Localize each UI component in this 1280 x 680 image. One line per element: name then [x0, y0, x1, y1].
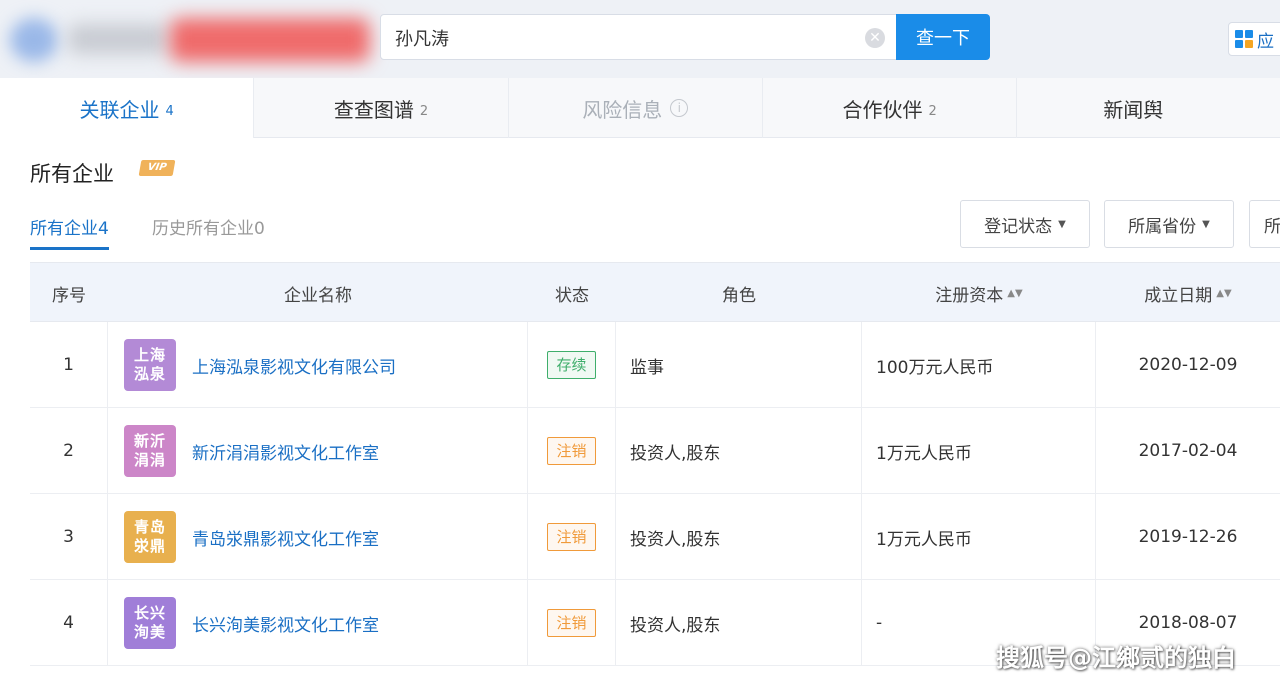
row-status: 注销 [528, 494, 616, 580]
row-status: 注销 [528, 408, 616, 494]
status-badge: 注销 [547, 437, 596, 465]
company-name-link[interactable]: 长兴洵美影视文化工作室 [192, 611, 379, 636]
subtab-history-companies[interactable]: 历史所有企业0 [152, 214, 265, 239]
company-logo[interactable]: 长兴 洵美 [124, 597, 176, 649]
filter-more[interactable]: 所 [1249, 200, 1280, 248]
row-capital: 1万元人民币 [862, 408, 1096, 494]
row-role: 监事 [616, 322, 862, 408]
row-capital: 1万元人民币 [862, 494, 1096, 580]
row-status: 存续 [528, 322, 616, 408]
header-status: 状态 [555, 285, 589, 306]
subtab-all-companies[interactable]: 所有企业4 [30, 214, 109, 250]
row-no: 4 [30, 580, 108, 666]
search-box: ✕ [380, 14, 900, 60]
row-date: 2019-12-26 [1138, 527, 1238, 547]
status-badge: 注销 [547, 609, 596, 637]
section-title: 所有企业 VIP [30, 158, 176, 188]
caret-down-icon: ▼ [1202, 218, 1210, 230]
row-status: 注销 [528, 580, 616, 666]
tab-related-companies[interactable]: 关联企业 4 [0, 78, 255, 138]
info-icon: i [670, 99, 689, 117]
status-badge: 存续 [547, 351, 596, 379]
watermark: 搜狐号@江鄉贰的独白 [996, 644, 1236, 672]
tab-graph[interactable]: 查查图谱 2 [254, 78, 509, 138]
table-header: 序号 企业名称 状态 角色 注册资本 ▲▼ 成立日期 ▲▼ [30, 262, 1280, 322]
content-panel: 所有企业 VIP 所有企业4 历史所有企业0 登记状态 ▼ 所属省份 ▼ 所 序号 … [0, 138, 1280, 680]
header-no: 序号 [52, 285, 86, 306]
company-logo[interactable]: 上海 泓泉 [124, 339, 176, 391]
tab-bar: 关联企业 4 查查图谱 2 风险信息 i 合作伙伴 2 新闻舆 [0, 78, 1280, 138]
grid-icon [1235, 30, 1253, 48]
row-no: 1 [30, 322, 108, 408]
header-name: 企业名称 [284, 285, 352, 306]
header-capital[interactable]: 注册资本 ▲▼ [862, 263, 1096, 323]
sort-icon[interactable]: ▲▼ [1216, 288, 1231, 299]
row-date: 2020-12-09 [1138, 355, 1238, 375]
table-row[interactable]: 1 上海 泓泉 上海泓泉影视文化有限公司 存续 监事 100万元人民币 2020-12-09 [30, 322, 1280, 408]
filter-province[interactable]: 所属省份 ▼ [1104, 200, 1234, 248]
row-date: 2017-02-04 [1138, 441, 1238, 461]
filter-registration-status[interactable]: 登记状态 ▼ [960, 200, 1090, 248]
table-row[interactable]: 2 新沂 涓涓 新沂涓涓影视文化工作室 注销 投资人,股东 1万元人民币 2017-02-04 [30, 408, 1280, 494]
company-name-link[interactable]: 上海泓泉影视文化有限公司 [192, 353, 396, 378]
status-badge: 注销 [547, 523, 596, 551]
search-button[interactable]: 查一下 [896, 14, 990, 60]
sort-icon[interactable]: ▲▼ [1007, 288, 1022, 299]
header-role: 角色 [722, 285, 756, 306]
row-no: 2 [30, 408, 108, 494]
search-input[interactable] [395, 23, 855, 53]
top-bar: ✕ 查一下 应 [0, 0, 1280, 78]
table-row[interactable]: 3 青岛 泶鼎 青岛泶鼎影视文化工作室 注销 投资人,股东 1万元人民币 2019-12-26 [30, 494, 1280, 580]
app-button-label: 应 [1257, 31, 1274, 52]
row-role: 投资人,股东 [616, 580, 862, 666]
company-logo[interactable]: 新沂 涓涓 [124, 425, 176, 477]
row-role: 投资人,股东 [616, 408, 862, 494]
app-button[interactable]: 应 [1228, 22, 1280, 56]
table-body: 1 上海 泓泉 上海泓泉影视文化有限公司 存续 监事 100万元人民币 2020-12-09 2… [30, 322, 1280, 666]
company-name-link[interactable]: 青岛泶鼎影视文化工作室 [192, 525, 379, 550]
clear-icon[interactable]: ✕ [865, 28, 885, 48]
row-company: 新沂 涓涓 新沂涓涓影视文化工作室 [108, 408, 528, 494]
tab-partners[interactable]: 合作伙伴 2 [763, 78, 1018, 138]
company-name-link[interactable]: 新沂涓涓影视文化工作室 [192, 439, 379, 464]
caret-down-icon: ▼ [1058, 218, 1066, 230]
row-capital: 100万元人民币 [862, 322, 1096, 408]
tab-news[interactable]: 新闻舆 [1017, 78, 1280, 138]
row-company: 长兴 洵美 长兴洵美影视文化工作室 [108, 580, 528, 666]
row-no: 3 [30, 494, 108, 580]
row-role: 投资人,股东 [616, 494, 862, 580]
row-company: 青岛 泶鼎 青岛泶鼎影视文化工作室 [108, 494, 528, 580]
header-date[interactable]: 成立日期 ▲▼ [1096, 263, 1280, 323]
tab-risk-info[interactable]: 风险信息 i [509, 78, 763, 138]
company-logo[interactable]: 青岛 泶鼎 [124, 511, 176, 563]
row-company: 上海 泓泉 上海泓泉影视文化有限公司 [108, 322, 528, 408]
vip-badge: VIP [138, 160, 176, 176]
company-table: 序号 企业名称 状态 角色 注册资本 ▲▼ 成立日期 ▲▼ 1 上海 泓泉 上海泓泉影视文… [30, 262, 1280, 666]
blurred-logo [10, 14, 370, 66]
